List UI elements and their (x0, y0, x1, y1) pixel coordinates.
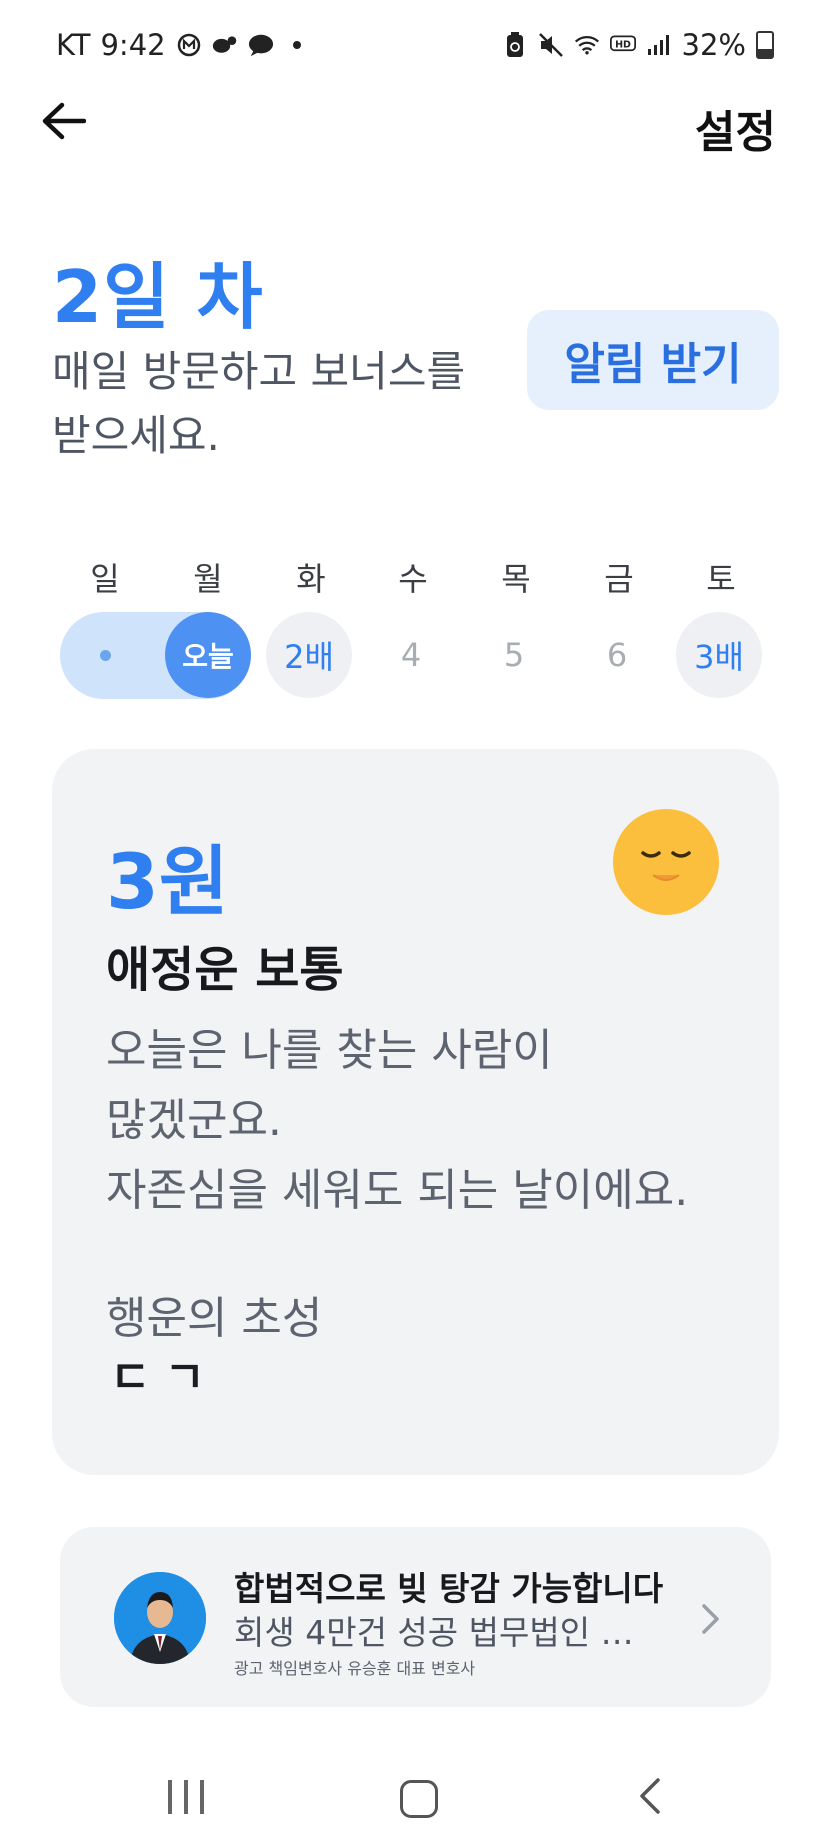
ad-disclosure: 광고 책임변호사 유승훈 대표 변호사 (234, 1659, 476, 1678)
battery-percent: 32% (681, 28, 746, 62)
day-sat-bonus: 3배 (676, 612, 762, 698)
mute-icon (538, 32, 564, 58)
day-today: 오늘 (165, 612, 251, 698)
fortune-message: 오늘은 나를 찾는 사람이 많겠군요. 자존심을 세워도 되는 날이에요. (106, 1025, 689, 1216)
more-notifications-dot-icon (284, 32, 310, 58)
back-button[interactable] (34, 92, 92, 150)
attendance-day-title: 2일 차 (52, 255, 264, 339)
arrow-left-icon (42, 102, 86, 140)
day-tue-bonus: 2배 (266, 612, 352, 698)
signal-icon (646, 32, 672, 58)
chevron-right-icon[interactable] (696, 1600, 726, 1638)
notification-m-icon (176, 32, 202, 58)
status-bar-right: HD 32% (502, 28, 774, 62)
fortune-mood: 애정운 보통 (106, 942, 344, 998)
wifi-icon (574, 32, 600, 58)
weekday-wed: 수 (398, 560, 428, 598)
hd-voice-icon: HD (609, 32, 636, 58)
recents-icon[interactable] (168, 1780, 204, 1814)
lucky-initials-label: 행운의 초성 (106, 1293, 323, 1344)
status-bar-left: KT 9:42 (56, 28, 310, 62)
day-thu: 5 (503, 636, 525, 674)
notification-chat-icon (248, 32, 274, 58)
notification-app-icon (212, 32, 238, 58)
settings-button[interactable]: 설정 (695, 96, 776, 160)
weekday-tue: 화 (296, 560, 326, 598)
ad-avatar (114, 1572, 206, 1664)
back-chevron-icon[interactable] (636, 1776, 662, 1816)
visited-day-dot (100, 650, 111, 661)
reward-amount: 3원 (106, 837, 229, 926)
notify-button[interactable]: 알림 받기 (527, 310, 779, 410)
weekday-mon: 월 (193, 560, 223, 598)
battery-saver-icon (502, 32, 528, 58)
home-icon[interactable] (400, 1780, 438, 1818)
lucky-initials: ㄷㄱ (110, 1358, 219, 1403)
ad-title[interactable]: 합법적으로 빚 탕감 가능합니다 (234, 1562, 663, 1610)
ad-description[interactable]: 회생 4만건 성공 법무법인 파... (234, 1606, 654, 1654)
sleepy-face-icon (613, 809, 719, 915)
weekday-sat: 토 (706, 560, 736, 598)
hd-label: HD (615, 40, 631, 51)
day-fri: 6 (606, 636, 628, 674)
weekday-fri: 금 (604, 560, 634, 598)
battery-icon (756, 31, 774, 59)
weekday-thu: 목 (501, 560, 531, 598)
attendance-subtitle: 매일 방문하고 보너스를 받으세요. (52, 347, 466, 460)
weekday-sun: 일 (90, 560, 120, 598)
carrier-label: KT (56, 28, 91, 62)
day-wed: 4 (400, 636, 422, 674)
clock: 9:42 (100, 28, 166, 62)
